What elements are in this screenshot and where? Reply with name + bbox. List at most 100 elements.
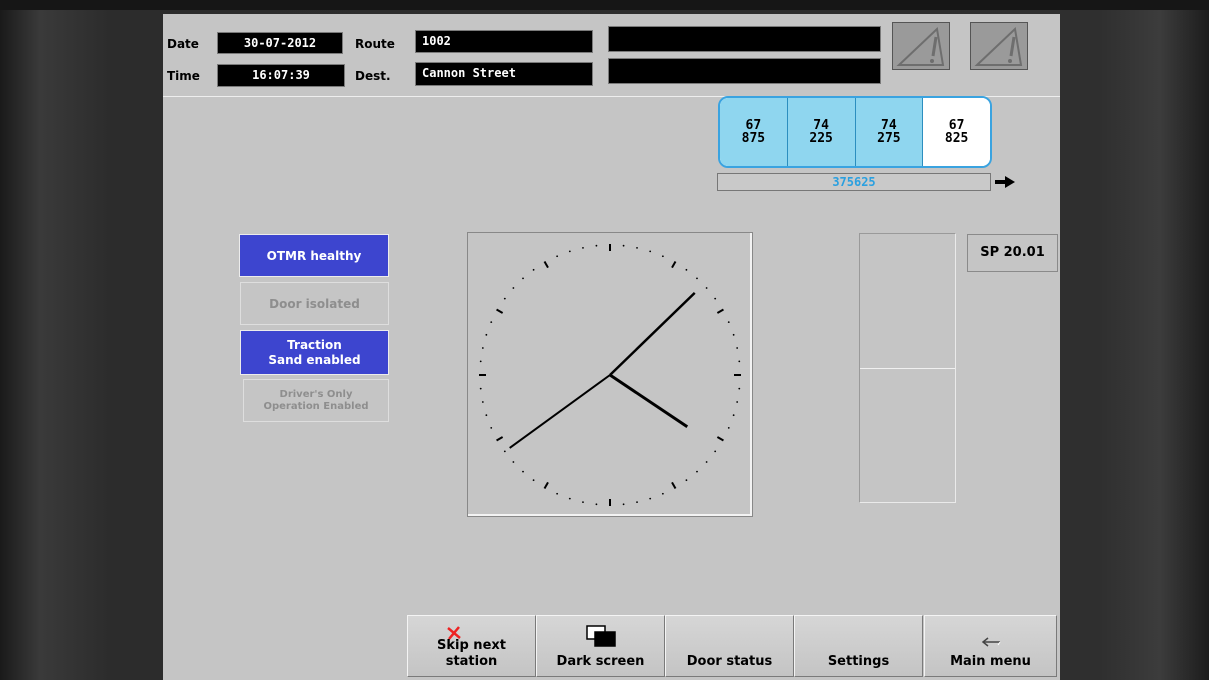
clock-hour-tick (496, 308, 504, 314)
car-number: 825 (944, 131, 969, 146)
clock-hour-tick (716, 308, 724, 314)
clock-minute-tick (661, 255, 664, 258)
clock-minute-tick (636, 501, 638, 504)
clock-minute-tick (490, 321, 493, 324)
clock-minute-tick (649, 497, 652, 500)
clock-hour-tick (671, 481, 677, 489)
clock-minute-tick (485, 333, 488, 336)
clock-minute-tick (736, 347, 739, 349)
clock-minute-tick (622, 244, 625, 247)
car-number: 275 (877, 131, 901, 146)
doo-indicator: Driver's Only Operation Enabled (243, 379, 389, 422)
clock-minute-tick (636, 246, 638, 249)
warning-triangle-icon[interactable] (892, 22, 950, 70)
clock-hour-hand (609, 373, 689, 429)
clock-minute-tick (532, 268, 535, 271)
software-version: SP 20.01 (967, 234, 1058, 272)
clock-minute-hand (609, 291, 696, 376)
main-menu-button[interactable]: Main menu (924, 615, 1057, 677)
clock-hour-tick (716, 436, 724, 442)
clock-minute-tick (714, 450, 717, 453)
traction-sand-indicator: Traction Sand enabled (240, 330, 389, 375)
consist-car: 74 225 (787, 98, 856, 166)
message-line-1 (608, 26, 881, 52)
car-number: 225 (809, 131, 833, 146)
consist-car: 67 825 (923, 98, 990, 166)
clock-minute-tick (522, 277, 524, 280)
clock-minute-tick (649, 250, 652, 253)
clock-minute-tick (696, 277, 698, 280)
clock-minute-tick (479, 360, 482, 363)
clock-minute-tick (622, 503, 625, 506)
clock-minute-tick (738, 360, 741, 363)
clock-minute-tick (490, 426, 493, 429)
settings-label: Settings (827, 654, 890, 669)
analog-clock (467, 232, 753, 517)
door-status-button[interactable]: Door status (665, 615, 794, 677)
clock-minute-tick (595, 244, 598, 247)
clock-minute-tick (512, 461, 515, 463)
clock-minute-tick (481, 401, 484, 403)
dest-value: Cannon Street (415, 62, 593, 86)
route-value: 1002 (415, 30, 593, 53)
dark-screen-button[interactable]: Dark screen (536, 615, 665, 677)
clock-minute-tick (582, 246, 584, 249)
clock-minute-tick (705, 461, 708, 463)
otmr-healthy-label: OTMR healthy (266, 248, 362, 263)
monitor-bezel-top (0, 0, 1209, 10)
clock-minute-tick (685, 268, 688, 271)
traction-label: Traction (287, 337, 342, 352)
clock-hour-tick (671, 261, 677, 269)
door-isolated-label: Door isolated (269, 296, 360, 311)
clock-hour-tick (496, 436, 504, 442)
route-label: Route (355, 37, 395, 51)
sand-enabled-label: Sand enabled (268, 352, 361, 367)
skip-next-station-button[interactable]: Skip next station (407, 615, 536, 677)
consist-car: 74 275 (855, 98, 924, 166)
date-label: Date (167, 37, 199, 51)
train-consist: 67 875 74 225 74 275 67 825 (718, 96, 992, 168)
main-menu-label: Main menu (950, 654, 1031, 669)
time-label: Time (167, 69, 200, 83)
otmr-healthy-indicator: OTMR healthy (239, 234, 389, 277)
clock-minute-tick (568, 250, 571, 253)
skip-label-line1: Skip next (437, 638, 506, 653)
vertical-gauge (859, 233, 956, 503)
clock-minute-tick (685, 479, 688, 482)
message-line-2 (608, 58, 881, 84)
consist-car: 67 875 (720, 98, 788, 166)
clock-minute-tick (582, 501, 584, 504)
clock-minute-tick (485, 414, 488, 417)
dark-screen-icon (586, 625, 616, 647)
display-screen: Date 30-07-2012 Route 1002 Time 16:07:39… (163, 14, 1060, 680)
settings-button[interactable]: Settings (794, 615, 923, 677)
clock-minute-tick (714, 297, 717, 300)
clock-minute-tick (661, 492, 664, 495)
skip-label-line2: station (445, 654, 498, 669)
clock-minute-tick (522, 470, 524, 473)
clock-minute-tick (481, 347, 484, 349)
clock-minute-tick (503, 297, 506, 300)
warning-triangle-icon[interactable] (970, 22, 1028, 70)
clock-hour-tick (543, 481, 549, 489)
clock-minute-tick (705, 287, 708, 289)
car-number: 875 (741, 131, 766, 146)
clock-minute-tick (738, 387, 741, 390)
clock-minute-tick (503, 450, 506, 453)
clock-minute-tick (532, 479, 535, 482)
clock-minute-tick (732, 414, 735, 417)
dark-screen-label: Dark screen (556, 654, 645, 669)
door-status-label: Door status (686, 654, 773, 669)
clock-minute-tick (696, 470, 698, 473)
gauge-divider (860, 368, 955, 369)
door-isolated-indicator: Door isolated (240, 282, 389, 325)
clock-minute-tick (595, 503, 598, 506)
clock-minute-tick (556, 255, 559, 258)
clock-minute-tick (732, 333, 735, 336)
unit-number: 375625 (717, 173, 991, 191)
date-value: 30-07-2012 (217, 32, 343, 54)
arrow-right-icon (995, 176, 1015, 188)
dest-label: Dest. (355, 69, 391, 83)
clock-minute-tick (512, 287, 515, 289)
doo-label-line1: Driver's Only (279, 388, 353, 400)
